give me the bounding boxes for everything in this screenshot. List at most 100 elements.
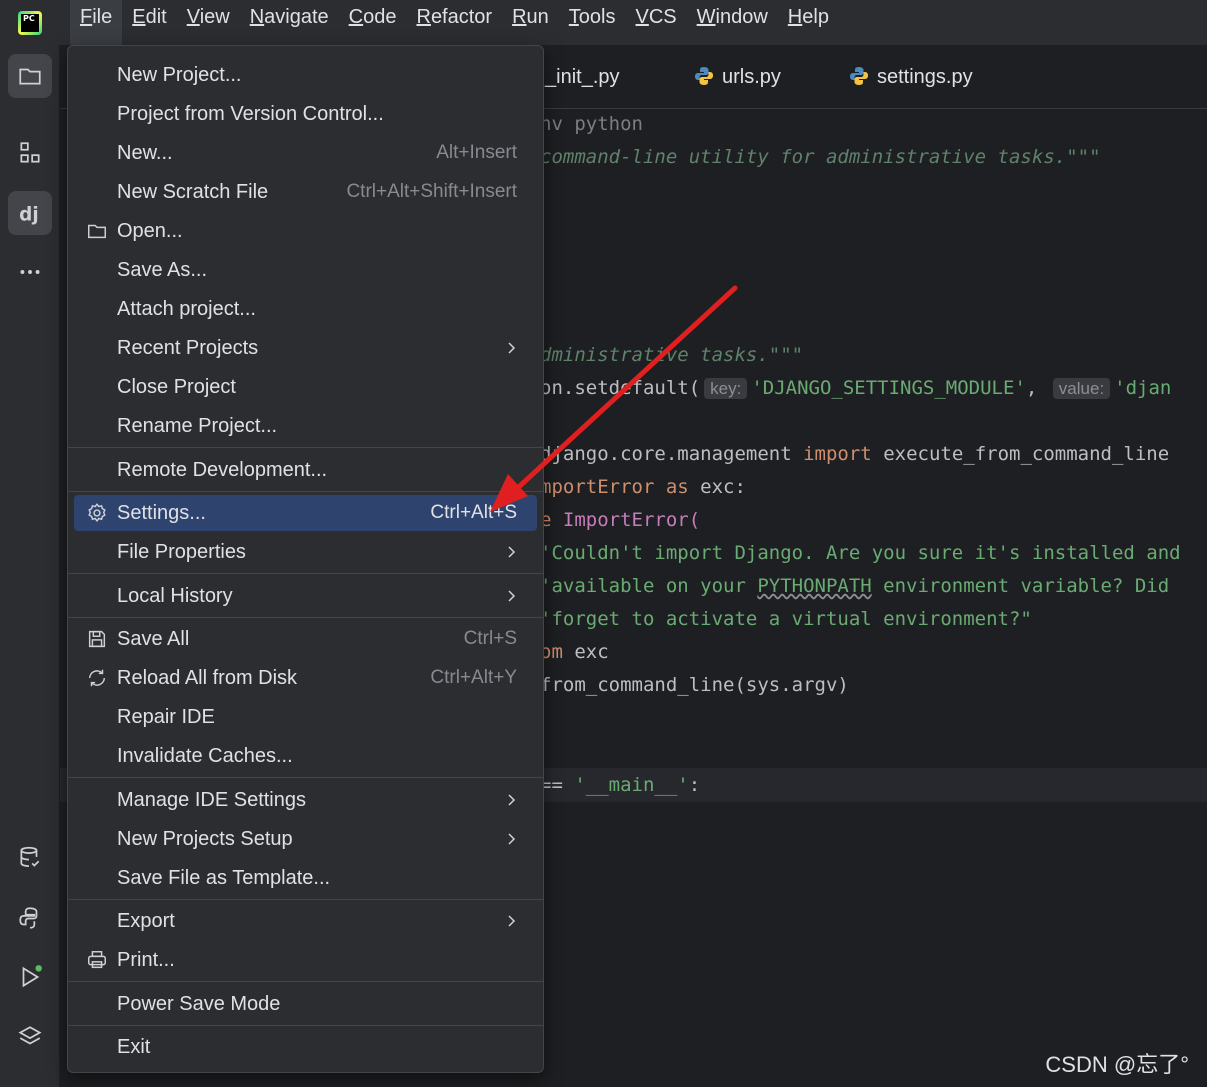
menu-item-label: Power Save Mode <box>117 992 281 1015</box>
menu-view[interactable]: View <box>177 0 240 45</box>
menu-code[interactable]: Code <box>339 0 407 45</box>
menu-item-new-project[interactable]: New Project... <box>74 57 537 93</box>
menu-item-save-file-as-template[interactable]: Save File as Template... <box>74 860 537 896</box>
menu-run[interactable]: Run <box>502 0 559 45</box>
code-token: 'DJANGO_SETTINGS_MODULE' <box>751 377 1026 399</box>
project-tool-button[interactable] <box>8 54 52 98</box>
more-tools-button[interactable] <box>8 250 52 294</box>
tab-init[interactable]: _init_.py <box>545 45 620 109</box>
menu-item-exit[interactable]: Exit <box>74 1029 537 1065</box>
menu-item-label: Save As... <box>117 258 208 281</box>
menu-item-export[interactable]: Export <box>74 903 537 939</box>
menu-item-label: Print... <box>117 948 175 971</box>
menu-separator <box>68 777 543 778</box>
database-tool-button[interactable] <box>8 836 52 880</box>
layers-tool-button[interactable] <box>8 1015 52 1059</box>
menu-item-new-scratch-file[interactable]: New Scratch File Ctrl+Alt+Shift+Insert <box>74 174 537 210</box>
code-line: e ImportError( <box>540 509 700 531</box>
code-token: as <box>665 476 689 498</box>
menu-item-open[interactable]: Open... <box>74 213 537 249</box>
menu-item-label: New Scratch File <box>117 180 269 203</box>
menu-refactor[interactable]: Refactor <box>406 0 502 45</box>
menu-item-repair-ide[interactable]: Repair IDE <box>74 699 537 735</box>
svg-text:dj: dj <box>19 205 38 226</box>
menu-item-power-save-mode[interactable]: Power Save Mode <box>74 986 537 1022</box>
menu-item-label: New Project... <box>117 63 242 86</box>
code-token: environment variable? Did <box>871 575 1170 597</box>
menu-item-invalidate-caches[interactable]: Invalidate Caches... <box>74 738 537 774</box>
menu-window[interactable]: Window <box>687 0 778 45</box>
tab-urls[interactable]: urls.py <box>694 45 781 109</box>
structure-icon <box>20 142 40 163</box>
menu-item-attach-project[interactable]: Attach project... <box>74 291 537 327</box>
structure-tool-button[interactable] <box>8 131 52 175</box>
menu-item-close-project[interactable]: Close Project <box>74 369 537 405</box>
code-line: mportError as exc: <box>540 476 746 498</box>
tab-label: urls.py <box>722 66 781 88</box>
tab-settings[interactable]: settings.py <box>849 45 973 109</box>
gear-icon <box>88 503 106 522</box>
code-token: : <box>688 774 701 796</box>
menu-item-manage-ide-settings[interactable]: Manage IDE Settings <box>74 782 537 818</box>
menu-item-reload-all[interactable]: Reload All from Disk Ctrl+Alt+Y <box>74 660 537 696</box>
chevron-right-icon <box>508 794 516 806</box>
menu-item-label: Reload All from Disk <box>117 666 298 689</box>
folder-icon <box>88 224 106 239</box>
code-token: '__main__' <box>574 774 689 796</box>
menu-tools[interactable]: Tools <box>559 0 626 45</box>
menu-help[interactable]: Help <box>778 0 839 45</box>
main-menu-bar: PC File Edit View Navigate Code Refactor… <box>0 0 1207 45</box>
menu-item-recent-projects[interactable]: Recent Projects <box>74 330 537 366</box>
menu-separator <box>68 447 543 448</box>
menu-item-shortcut: Ctrl+Alt+Shift+Insert <box>346 181 517 202</box>
menu-item-new-projects-setup[interactable]: New Projects Setup <box>74 821 537 857</box>
menu-item-label: New... <box>117 141 173 164</box>
menu-item-label: Exit <box>117 1035 151 1058</box>
tool-window-strip: dj <box>0 45 60 1087</box>
menu-item-project-from-vcs[interactable]: Project from Version Control... <box>74 96 537 132</box>
menu-item-save-as[interactable]: Save As... <box>74 252 537 288</box>
code-token: , <box>1025 377 1038 399</box>
menu-item-label: Repair IDE <box>117 705 215 728</box>
python-icon <box>19 907 38 929</box>
code-line: om exc <box>540 641 609 663</box>
django-tool-button[interactable]: dj <box>8 191 52 235</box>
menu-item-print[interactable]: Print... <box>74 942 537 978</box>
code-token: 'djan <box>1114 377 1172 399</box>
code-line: command-line utility for administrative … <box>540 146 1101 168</box>
chevron-right-icon <box>508 915 516 927</box>
code-line: nv python <box>540 113 643 135</box>
menu-item-label: Close Project <box>117 375 236 398</box>
menu-item-rename-project[interactable]: Rename Project... <box>74 408 537 444</box>
menu-item-label: Project from Version Control... <box>117 102 384 125</box>
menu-vcs[interactable]: VCS <box>626 0 687 45</box>
menu-item-label: Settings... <box>117 501 206 524</box>
menu-item-shortcut: Alt+Insert <box>436 142 517 163</box>
code-token: exc: <box>688 476 746 498</box>
menu-item-label: Recent Projects <box>117 336 259 359</box>
menu-item-shortcut: Ctrl+Alt+S <box>430 502 517 523</box>
django-icon: dj <box>19 205 38 226</box>
menu-navigate[interactable]: Navigate <box>240 0 339 45</box>
reload-icon <box>88 669 106 687</box>
menu-item-local-history[interactable]: Local History <box>74 578 537 614</box>
menu-item-save-all[interactable]: Save All Ctrl+S <box>74 621 537 657</box>
menu-item-remote-development[interactable]: Remote Development... <box>74 452 537 488</box>
python-console-button[interactable] <box>8 896 52 940</box>
menu-item-new[interactable]: New... Alt+Insert <box>74 135 537 171</box>
menu-item-settings[interactable]: Settings... Ctrl+Alt+S <box>74 495 537 531</box>
menu-item-label: Manage IDE Settings <box>117 788 306 811</box>
menu-item-file-properties[interactable]: File Properties <box>74 534 537 570</box>
menu-file[interactable]: File <box>70 0 123 45</box>
menu-item-label: Invalidate Caches... <box>117 744 293 767</box>
param-hint: key: <box>704 378 748 399</box>
menu-edit[interactable]: Edit <box>122 0 176 45</box>
menu-item-label: Attach project... <box>117 297 256 320</box>
param-hint: value: <box>1052 378 1111 399</box>
file-menu-dropdown: New Project... Project from Version Cont… <box>67 45 544 1073</box>
watermark: CSDN @忘了° <box>1045 1052 1189 1077</box>
code-line: on.setdefault(key: 'DJANGO_SETTINGS_MODUL… <box>540 377 1171 399</box>
code-token: 'available on your <box>540 575 758 597</box>
run-tool-button[interactable] <box>8 955 52 999</box>
save-icon <box>88 630 106 648</box>
